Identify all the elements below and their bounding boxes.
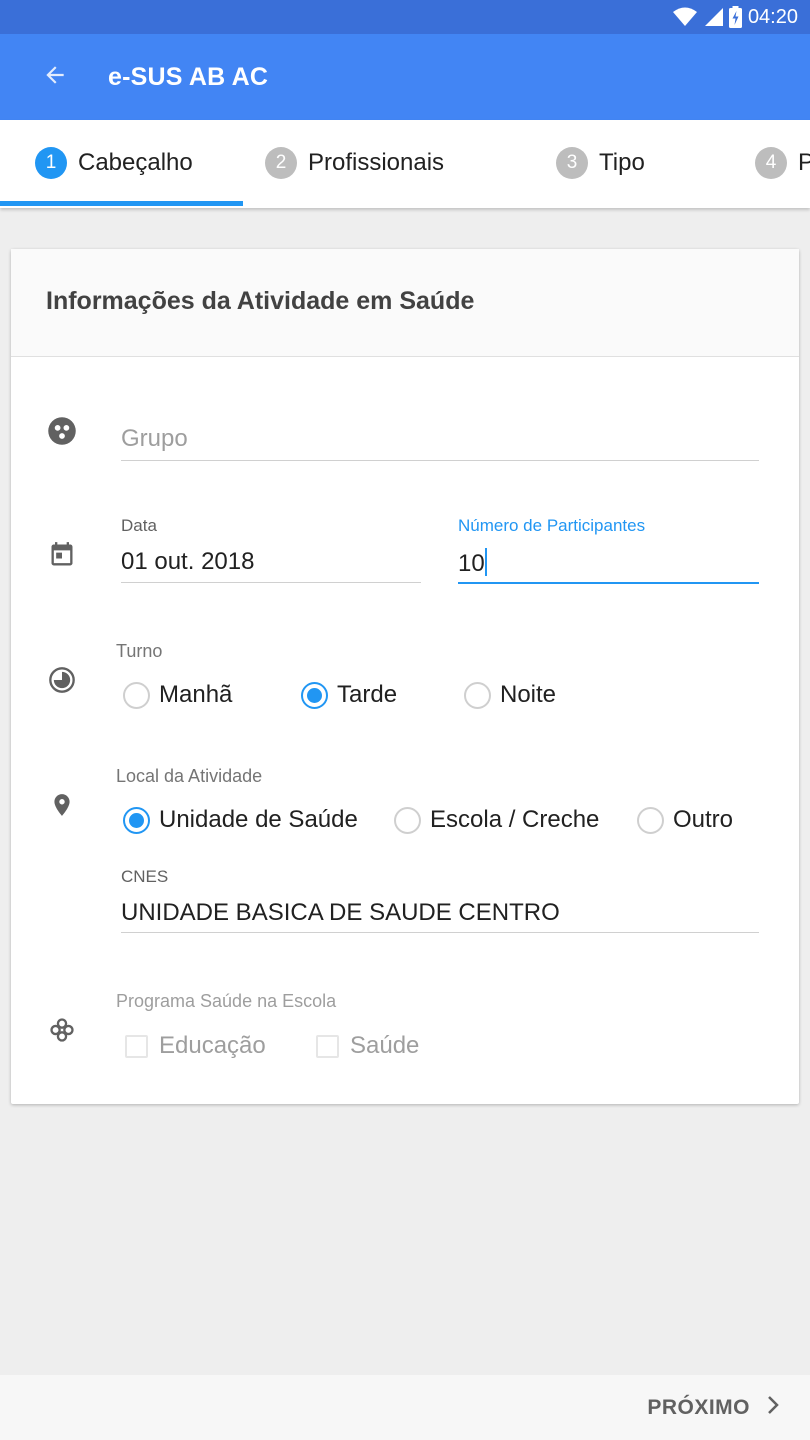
arrow-back-icon [42,62,68,93]
cell-signal-icon [703,7,723,27]
tab-step-4[interactable]: 4 P [755,120,810,206]
tab-label: Tipo [599,149,645,176]
turno-radio-manha[interactable]: Manhã [123,681,232,709]
checkbox-label: Educação [159,1032,266,1059]
stepper-tabs: 1 Cabeçalho 2 Profissionais 3 Tipo 4 P [0,120,810,208]
tab-profissionais[interactable]: 2 Profissionais [265,120,444,206]
tab-label: Profissionais [308,149,445,176]
card-title: Informações da Atividade em Saúde [46,287,475,315]
group-icon [46,415,78,447]
step-number: 4 [755,147,787,179]
location-pin-icon [46,789,78,821]
tab-label: Cabeçalho [78,149,193,176]
next-button[interactable]: PRÓXIMO [647,1375,780,1440]
pse-checkbox-educacao[interactable]: Educação [125,1032,266,1060]
participantes-input[interactable]: 10 [458,548,759,584]
pse-checkbox-saude[interactable]: Saúde [316,1032,419,1060]
status-time: 04:20 [747,5,798,28]
turno-radio-tarde[interactable]: Tarde [301,681,397,709]
tab-label: P [798,149,810,176]
local-radio-unidade[interactable]: Unidade de Saúde [123,806,358,834]
battery-charging-icon [728,6,742,28]
checkbox-box [125,1034,148,1058]
status-bar: 04:20 [0,0,810,34]
participantes-value: 10 [458,550,485,577]
radio-label: Unidade de Saúde [159,806,358,833]
chevron-right-icon [766,1395,780,1420]
local-radio-escola[interactable]: Escola / Creche [394,806,599,834]
step-number: 1 [35,147,67,179]
checkbox-box [316,1034,339,1058]
data-label: Data [121,516,157,535]
turno-radio-noite[interactable]: Noite [464,681,556,709]
cnes-label: CNES [121,867,169,886]
local-radio-outro[interactable]: Outro [637,806,733,834]
radio-circle [123,806,150,834]
activity-info-card: Informações da Atividade em Saúde Grupo … [11,249,799,1104]
radio-circle [637,806,664,834]
turno-label: Turno [116,641,163,661]
text-cursor [484,548,487,576]
grupo-input[interactable]: Grupo [121,425,759,461]
active-tab-indicator [0,201,243,206]
radio-circle [464,681,491,709]
participantes-label: Número de Participantes [458,516,646,535]
radio-label: Manhã [159,681,233,708]
checkbox-label: Saúde [350,1032,420,1059]
tab-cabecalho[interactable]: 1 Cabeçalho [35,120,193,206]
radio-label: Escola / Creche [430,806,600,833]
radio-label: Noite [500,681,557,708]
card-header: Informações da Atividade em Saúde [11,249,799,357]
next-button-label: PRÓXIMO [647,1395,750,1419]
bottom-bar: PRÓXIMO [0,1375,810,1440]
local-label: Local da Atividade [116,766,263,786]
radio-label: Outro [673,806,734,833]
tab-tipo[interactable]: 3 Tipo [556,120,645,206]
pse-label: Programa Saúde na Escola [116,991,337,1011]
app-bar: e-SUS AB AC [0,34,810,120]
radio-label: Tarde [337,681,398,708]
data-input[interactable]: 01 out. 2018 [121,548,421,583]
step-number: 3 [556,147,588,179]
calendar-icon [46,539,78,571]
flower-icon [46,1014,78,1046]
radio-circle [301,681,328,709]
wifi-icon [672,7,697,27]
back-button[interactable] [28,50,82,104]
radio-circle [394,806,421,834]
cnes-input[interactable]: UNIDADE BASICA DE SAUDE CENTRO [121,899,759,933]
clock-icon [46,664,78,696]
app-title: e-SUS AB AC [108,62,269,91]
step-number: 2 [265,147,297,179]
radio-circle [123,681,150,709]
